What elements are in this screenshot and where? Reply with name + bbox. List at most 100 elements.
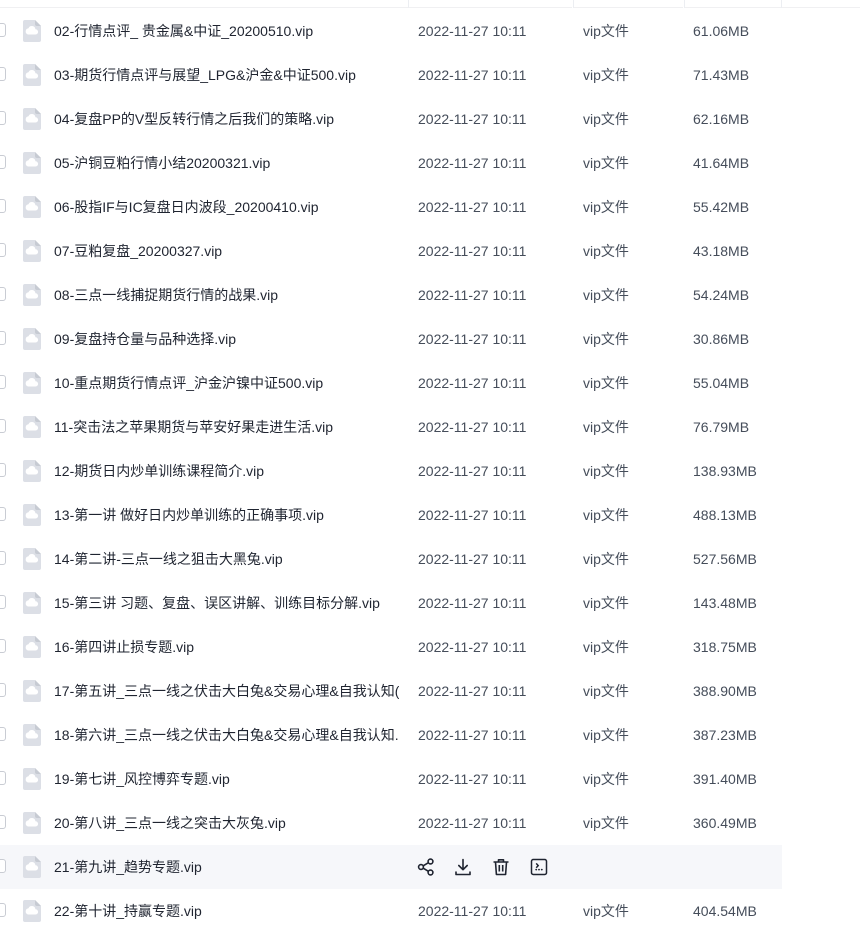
modified-time: 2022-11-27 10:11 xyxy=(418,155,527,171)
file-row[interactable]: 04-复盘PP的V型反转行情之后我们的策略.vip 2022-11-27 10:1… xyxy=(0,97,782,141)
file-name[interactable]: 06-股指IF与IC复盘日内波段_20200410.vip xyxy=(54,185,399,229)
row-checkbox[interactable] xyxy=(0,595,6,609)
file-row[interactable]: 21-第九讲_趋势专题.vip xyxy=(0,845,782,889)
row-checkbox[interactable] xyxy=(0,859,6,873)
file-name[interactable]: 05-沪铜豆粕行情小结20200321.vip xyxy=(54,141,399,185)
file-row[interactable]: 18-第六讲_三点一线之伏击大白兔&交易心理&自我认知... 2022-11-27… xyxy=(0,713,782,757)
vip-file-icon xyxy=(22,767,42,791)
file-type: vip文件 xyxy=(583,507,629,523)
file-row[interactable]: 16-第四讲止损专题.vip 2022-11-27 10:11 vip文件 318.7… xyxy=(0,625,782,669)
row-checkbox[interactable] xyxy=(0,419,6,433)
file-type: vip文件 xyxy=(583,331,629,347)
file-row[interactable]: 09-复盘持仓量与品种选择.vip 2022-11-27 10:11 vip文件 30… xyxy=(0,317,782,361)
file-row[interactable]: 17-第五讲_三点一线之伏击大白兔&交易心理&自我认知(... 2022-11-2… xyxy=(0,669,782,713)
file-type: vip文件 xyxy=(583,903,629,919)
row-checkbox[interactable] xyxy=(0,67,6,81)
file-row[interactable]: 14-第二讲-三点一线之狙击大黑兔.vip 2022-11-27 10:11 vip… xyxy=(0,537,782,581)
row-checkbox[interactable] xyxy=(0,155,6,169)
file-name[interactable]: 14-第二讲-三点一线之狙击大黑兔.vip xyxy=(54,537,399,581)
file-name[interactable]: 11-突击法之苹果期货与苹安好果走进生活.vip xyxy=(54,405,399,449)
modified-time: 2022-11-27 10:11 xyxy=(418,67,527,83)
modified-time: 2022-11-27 10:11 xyxy=(418,507,527,523)
file-name[interactable]: 16-第四讲止损专题.vip xyxy=(54,625,399,669)
row-checkbox[interactable] xyxy=(0,463,6,477)
modified-time: 2022-11-27 10:11 xyxy=(418,287,527,303)
file-row[interactable]: 05-沪铜豆粕行情小结20200321.vip 2022-11-27 10:11 v… xyxy=(0,141,782,185)
row-checkbox[interactable] xyxy=(0,507,6,521)
file-name[interactable]: 18-第六讲_三点一线之伏击大白兔&交易心理&自我认知... xyxy=(54,713,399,757)
file-name[interactable]: 19-第七讲_风控博弈专题.vip xyxy=(54,757,399,801)
file-type: vip文件 xyxy=(583,551,629,567)
file-type: vip文件 xyxy=(583,639,629,655)
row-checkbox[interactable] xyxy=(0,243,6,257)
file-row[interactable]: 12-期货日内炒单训练课程简介.vip 2022-11-27 10:11 vip文件… xyxy=(0,449,782,493)
file-name[interactable]: 07-豆粕复盘_20200327.vip xyxy=(54,229,399,273)
list-header-border xyxy=(0,0,860,8)
file-name[interactable]: 17-第五讲_三点一线之伏击大白兔&交易心理&自我认知(... xyxy=(54,669,399,713)
row-checkbox[interactable] xyxy=(0,727,6,741)
file-name[interactable]: 21-第九讲_趋势专题.vip xyxy=(54,845,399,889)
share-icon[interactable] xyxy=(415,856,437,878)
modified-time: 2022-11-27 10:11 xyxy=(418,111,527,127)
modified-time: 2022-11-27 10:11 xyxy=(418,23,527,39)
file-name[interactable]: 13-第一讲 做好日内炒单训练的正确事项.vip xyxy=(54,493,399,537)
file-row[interactable]: 19-第七讲_风控博弈专题.vip 2022-11-27 10:11 vip文件 39… xyxy=(0,757,782,801)
row-checkbox[interactable] xyxy=(0,815,6,829)
row-checkbox[interactable] xyxy=(0,287,6,301)
file-type: vip文件 xyxy=(583,287,629,303)
file-name[interactable]: 20-第八讲_三点一线之突击大灰兔.vip xyxy=(54,801,399,845)
vip-file-icon xyxy=(22,679,42,703)
row-checkbox[interactable] xyxy=(0,639,6,653)
file-type: vip文件 xyxy=(583,419,629,435)
file-name[interactable]: 09-复盘持仓量与品种选择.vip xyxy=(54,317,399,361)
file-name[interactable]: 03-期货行情点评与展望_LPG&沪金&中证500.vip xyxy=(54,53,399,97)
file-size: 41.64MB xyxy=(693,155,750,171)
row-checkbox[interactable] xyxy=(0,23,6,37)
file-name[interactable]: 08-三点一线捕捉期货行情的战果.vip xyxy=(54,273,399,317)
row-checkbox[interactable] xyxy=(0,683,6,697)
file-row[interactable]: 13-第一讲 做好日内炒单训练的正确事项.vip 2022-11-27 10:11… xyxy=(0,493,782,537)
file-name[interactable]: 12-期货日内炒单训练课程简介.vip xyxy=(54,449,399,493)
file-name[interactable]: 02-行情点评_ 贵金属&中证_20200510.vip xyxy=(54,9,399,53)
file-row[interactable]: 06-股指IF与IC复盘日内波段_20200410.vip 2022-11-27 … xyxy=(0,185,782,229)
vip-file-icon xyxy=(22,503,42,527)
row-checkbox[interactable] xyxy=(0,331,6,345)
vip-file-icon xyxy=(22,415,42,439)
file-type: vip文件 xyxy=(583,243,629,259)
vip-file-icon xyxy=(22,239,42,263)
file-size: 318.75MB xyxy=(693,639,757,655)
file-name[interactable]: 10-重点期货行情点评_沪金沪镍中证500.vip xyxy=(54,361,399,405)
row-checkbox[interactable] xyxy=(0,111,6,125)
row-checkbox[interactable] xyxy=(0,199,6,213)
row-checkbox[interactable] xyxy=(0,771,6,785)
file-name[interactable]: 15-第三讲 习题、复盘、误区讲解、训练目标分解.vip xyxy=(54,581,399,625)
file-type: vip文件 xyxy=(583,463,629,479)
row-checkbox[interactable] xyxy=(0,375,6,389)
file-row[interactable]: 10-重点期货行情点评_沪金沪镍中证500.vip 2022-11-27 10:1… xyxy=(0,361,782,405)
file-row[interactable]: 15-第三讲 习题、复盘、误区讲解、训练目标分解.vip 2022-11-27 1… xyxy=(0,581,782,625)
file-row[interactable]: 11-突击法之苹果期货与苹安好果走进生活.vip 2022-11-27 10:11… xyxy=(0,405,782,449)
vip-file-icon xyxy=(22,195,42,219)
file-row[interactable]: 03-期货行情点评与展望_LPG&沪金&中证500.vip 2022-11-27 … xyxy=(0,53,782,97)
file-row[interactable]: 22-第十讲_持赢专题.vip 2022-11-27 10:11 vip文件 404.… xyxy=(0,889,782,933)
file-name[interactable]: 04-复盘PP的V型反转行情之后我们的策略.vip xyxy=(54,97,399,141)
file-row[interactable]: 08-三点一线捕捉期货行情的战果.vip 2022-11-27 10:11 vip文… xyxy=(0,273,782,317)
file-row[interactable]: 02-行情点评_ 贵金属&中证_20200510.vip 2022-11-27 1… xyxy=(0,9,782,53)
row-checkbox[interactable] xyxy=(0,903,6,917)
file-type: vip文件 xyxy=(583,683,629,699)
delete-icon[interactable] xyxy=(490,856,512,878)
more-icon[interactable] xyxy=(528,856,550,878)
row-checkbox[interactable] xyxy=(0,551,6,565)
modified-time: 2022-11-27 10:11 xyxy=(418,903,527,919)
vip-file-icon xyxy=(22,107,42,131)
file-size: 76.79MB xyxy=(693,419,750,435)
file-type: vip文件 xyxy=(583,111,629,127)
file-row[interactable]: 07-豆粕复盘_20200327.vip 2022-11-27 10:11 vip文… xyxy=(0,229,782,273)
file-name[interactable]: 22-第十讲_持赢专题.vip xyxy=(54,889,399,933)
file-type: vip文件 xyxy=(583,727,629,743)
file-size: 391.40MB xyxy=(693,771,757,787)
modified-time: 2022-11-27 10:11 xyxy=(418,595,527,611)
file-row[interactable]: 20-第八讲_三点一线之突击大灰兔.vip 2022-11-27 10:11 vip… xyxy=(0,801,782,845)
modified-time: 2022-11-27 10:11 xyxy=(418,683,527,699)
download-icon[interactable] xyxy=(452,856,474,878)
